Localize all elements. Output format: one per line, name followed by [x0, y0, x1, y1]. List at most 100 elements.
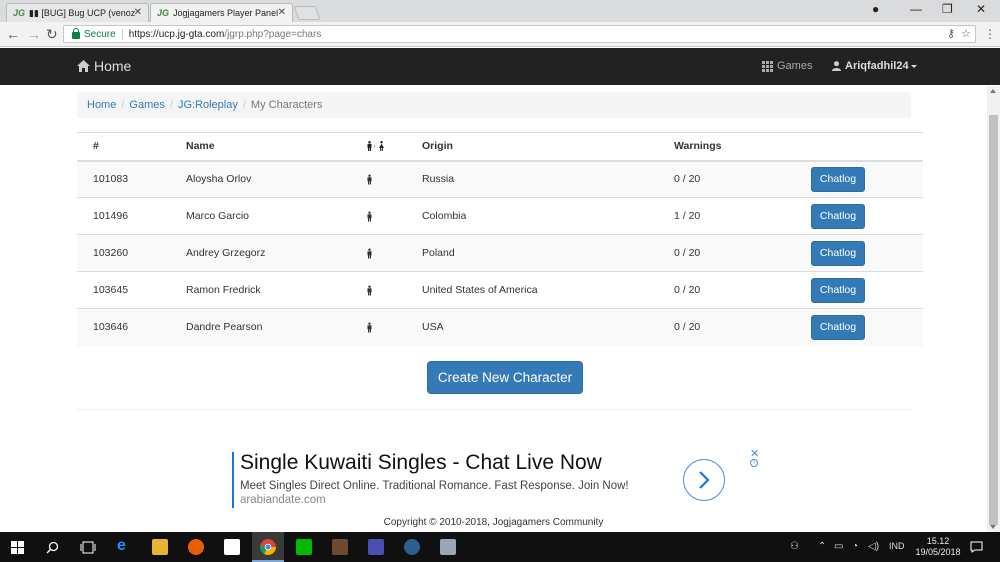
chrome-icon[interactable] — [260, 539, 276, 555]
scroll-down-icon[interactable] — [990, 525, 996, 529]
create-character-button[interactable]: Create New Character — [427, 361, 583, 394]
char-warnings: 0 / 20 — [658, 308, 811, 346]
col-gender: / — [350, 132, 406, 162]
star-icon[interactable]: ☆ — [961, 28, 971, 40]
char-name: Marco Garcio — [170, 197, 350, 235]
user-menu[interactable]: Ariqfadhil24 — [832, 60, 917, 72]
char-name: Dandre Pearson — [170, 308, 350, 346]
minimize-icon[interactable]: — — [910, 2, 922, 16]
col-warnings: Warnings — [658, 132, 811, 162]
chatlog-button[interactable]: Chatlog — [811, 203, 865, 229]
chatlog-button[interactable]: Chatlog — [811, 277, 865, 303]
window-close-icon[interactable]: ✕ — [976, 2, 986, 16]
game-app-icon[interactable] — [332, 539, 348, 555]
people-icon[interactable]: ⚇ — [790, 541, 799, 552]
grid-icon — [762, 60, 773, 72]
close-icon[interactable]: ✕ — [134, 7, 142, 18]
breadcrumb-jg-roleplay[interactable]: JG:Roleplay — [178, 99, 238, 111]
ad-title[interactable]: Single Kuwaiti Singles - Chat Live Now — [240, 451, 602, 475]
brand-label: Home — [94, 58, 132, 74]
address-toolbar: ← → ↻ Secure https://ucp.jg-gta.com/jgrp… — [0, 22, 1000, 47]
action-center-icon[interactable] — [970, 541, 983, 553]
table-row: 101083 Aloysha Orlov Russia 0 / 20 Chatl… — [77, 160, 923, 198]
male-icon — [367, 174, 372, 185]
male-icon — [367, 211, 372, 221]
url-bar[interactable]: Secure https://ucp.jg-gta.com/jgrp.php?p… — [63, 25, 976, 43]
omnibox-actions: ⚷ ☆ — [947, 27, 971, 40]
paint-app-icon[interactable] — [440, 539, 456, 555]
firefox-icon[interactable] — [188, 539, 204, 555]
file-explorer-icon[interactable] — [152, 539, 168, 555]
breadcrumb-home[interactable]: Home — [87, 99, 116, 111]
tab-label: Jogjagamers Player Panel — [173, 8, 279, 18]
edge-icon[interactable]: e — [117, 537, 133, 554]
clock-date: 19/05/2018 — [915, 547, 961, 557]
male-icon — [367, 141, 372, 152]
ad-url[interactable]: arabiandate.com — [240, 494, 326, 506]
menu-icon[interactable]: ⋮ — [984, 27, 996, 41]
key-icon[interactable]: ⚷ — [947, 28, 955, 40]
breadcrumb: Home / Games / JG:Roleplay / My Characters — [77, 92, 911, 118]
char-origin: United States of America — [406, 271, 658, 309]
restore-icon[interactable]: ❐ — [942, 2, 953, 16]
search-icon[interactable] — [46, 541, 59, 554]
games-link[interactable]: Games — [762, 60, 812, 72]
svg-text:/: / — [374, 145, 375, 149]
task-view-icon[interactable] — [80, 541, 96, 554]
back-icon[interactable]: ← — [6, 26, 20, 42]
tab-player-panel[interactable]: JG Jogjagamers Player Panel ✕ — [150, 3, 293, 22]
col-id: # — [77, 132, 170, 162]
char-warnings: 0 / 20 — [658, 271, 811, 309]
tab-bug-ucp[interactable]: JG ▮▮ [BUG] Bug UCP (venoz ✕ — [6, 3, 149, 22]
ad-banner[interactable]: Single Kuwaiti Singles - Chat Live Now M… — [232, 448, 762, 510]
caret-down-icon — [910, 64, 917, 68]
char-origin: Colombia — [406, 197, 658, 235]
chevron-up-icon[interactable]: ⌃ — [818, 541, 826, 552]
chatlog-button[interactable]: Chatlog — [811, 314, 865, 340]
windows-taskbar: e ⚇ ⌃ ▭ ◔ ◁) IND 15.12 19/05/2018 — [0, 532, 1000, 562]
page-scrollbar[interactable] — [987, 86, 1000, 532]
tab-label: ▮▮ [BUG] Bug UCP (venoz — [29, 7, 136, 18]
username: Ariqfadhil24 — [845, 60, 909, 72]
char-id: 101496 — [77, 197, 170, 235]
windows-start-icon[interactable] — [11, 541, 24, 554]
scroll-thumb[interactable] — [989, 115, 998, 525]
language-indicator[interactable]: IND — [889, 541, 905, 551]
col-origin: Origin — [406, 132, 658, 162]
chatlog-button[interactable]: Chatlog — [811, 240, 865, 266]
battery-icon[interactable]: ▭ — [834, 541, 843, 552]
games-label: Games — [777, 60, 813, 72]
home-link[interactable]: Home — [77, 58, 131, 74]
char-warnings: 0 / 20 — [658, 234, 811, 272]
char-origin: Russia — [406, 160, 658, 198]
close-icon[interactable]: ✕ — [278, 7, 286, 18]
url-path: /jgrp.php?page=chars — [224, 28, 322, 40]
chat-app-icon[interactable] — [368, 539, 384, 555]
lock-icon — [72, 27, 80, 39]
char-id: 103646 — [77, 308, 170, 346]
footer-copyright: Copyright © 2010-2018, Jogjagamers Commu… — [383, 517, 604, 528]
app-icon[interactable] — [404, 539, 420, 555]
ad-next-button[interactable] — [683, 459, 725, 501]
taskbar-clock[interactable]: 15.12 19/05/2018 — [912, 536, 964, 558]
chatlog-button[interactable]: Chatlog — [811, 166, 865, 192]
breadcrumb-current: My Characters — [250, 99, 323, 111]
table-row: 103646 Dandre Pearson USA 0 / 20 Chatlog — [77, 308, 923, 346]
forward-icon[interactable]: → — [27, 26, 41, 42]
breadcrumb-games[interactable]: Games — [129, 99, 164, 111]
network-icon[interactable]: ◔ — [852, 541, 858, 552]
char-name: Aloysha Orlov — [170, 160, 350, 198]
site-navbar: Home Games Ariqfadhil24 — [0, 48, 1000, 85]
female-icon — [379, 141, 384, 152]
secure-label: Secure — [84, 28, 123, 40]
line-app-icon[interactable] — [296, 539, 312, 555]
new-tab-button[interactable] — [293, 6, 321, 20]
volume-icon[interactable]: ◁) — [868, 541, 879, 552]
url-text[interactable]: https://ucp.jg-gta.com/jgrp.php?page=cha… — [129, 29, 322, 40]
profile-icon[interactable]: ● — [872, 2, 879, 16]
scroll-up-icon[interactable] — [990, 89, 996, 93]
divider — [77, 409, 911, 410]
store-icon[interactable] — [224, 539, 240, 555]
ad-info-icon[interactable]: i — [750, 459, 758, 467]
reload-icon[interactable]: ↻ — [46, 26, 58, 43]
